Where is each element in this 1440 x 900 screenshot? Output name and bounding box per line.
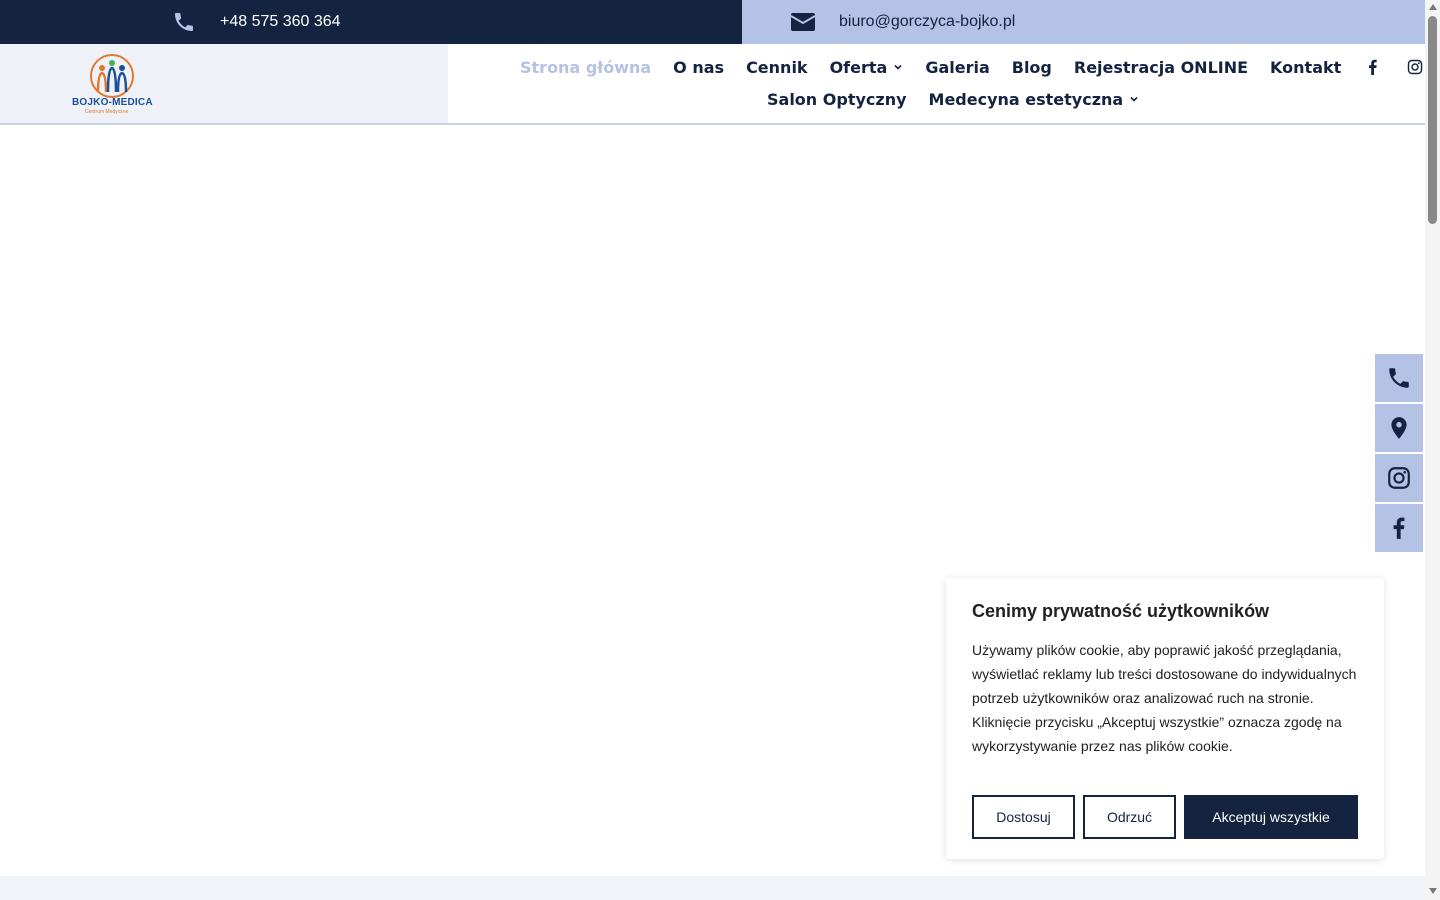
nav-label: O nas — [673, 57, 725, 77]
cookie-description: Używamy plików cookie, aby poprawić jako… — [972, 642, 1357, 754]
side-phone-button[interactable] — [1375, 354, 1423, 402]
nav-item-registration[interactable]: Rejestracja ONLINE — [1074, 58, 1248, 77]
envelope-icon — [790, 13, 816, 31]
cookie-buttons: Dostosuj Odrzuć Akceptuj wszystkie — [972, 795, 1358, 839]
nav-item-about[interactable]: O nas — [673, 58, 724, 77]
phone-icon — [175, 13, 193, 31]
cookie-title: Cenimy prywatność użytkowników — [972, 601, 1270, 621]
logo-area: BOJKO-MEDICA Centrum Medyczne — [0, 44, 448, 123]
email-contact[interactable]: biuro@gorczyca-bojko.pl — [790, 0, 1015, 44]
scroll-up-arrow-icon[interactable] — [1429, 4, 1437, 10]
nav-item-optical-salon[interactable]: Salon Optyczny — [767, 90, 907, 109]
main-nav-row-2: Salon Optyczny Medecyna estetyczna — [767, 88, 1139, 110]
nav-label: Medecyna estetyczna — [928, 89, 1124, 109]
logo-name[interactable]: BOJKO-MEDICA — [72, 97, 153, 108]
site-header: BOJKO-MEDICA Centrum Medyczne Strona głó… — [0, 44, 1425, 125]
nav-label: Kontakt — [1270, 57, 1342, 77]
nav-item-home[interactable]: Strona główna — [520, 58, 651, 77]
nav-label: Oferta — [829, 57, 888, 77]
page-scrollbar[interactable] — [1425, 0, 1440, 900]
phone-contact[interactable]: +48 575 360 364 — [172, 10, 341, 34]
chevron-down-icon — [1130, 96, 1138, 102]
side-facebook-button[interactable] — [1375, 504, 1423, 552]
topbar-phone-section: +48 575 360 364 — [0, 0, 742, 44]
phone-number[interactable]: +48 575 360 364 — [220, 13, 341, 31]
instagram-icon[interactable] — [1407, 59, 1423, 75]
nav-label: Salon Optyczny — [767, 89, 907, 109]
nav-item-offer[interactable]: Oferta — [830, 58, 904, 77]
nav-label: Strona główna — [520, 57, 652, 77]
nav-label: Blog — [1011, 57, 1052, 77]
side-instagram-button[interactable] — [1375, 454, 1423, 502]
reject-button[interactable]: Odrzuć — [1083, 795, 1176, 839]
nav-label: Galeria — [925, 57, 990, 77]
top-contact-bar: +48 575 360 364 biuro@gorczyca-bojko.pl — [0, 0, 1425, 44]
nav-label: Rejestracja ONLINE — [1073, 57, 1249, 77]
facebook-icon[interactable] — [1365, 59, 1381, 75]
nav-item-blog[interactable]: Blog — [1012, 58, 1052, 77]
nav-item-gallery[interactable]: Galeria — [925, 58, 989, 77]
phone-icon — [1389, 368, 1409, 388]
side-location-button[interactable] — [1375, 404, 1423, 452]
location-pin-icon — [1391, 417, 1407, 439]
scroll-thumb[interactable] — [1428, 16, 1437, 224]
nav-item-aesthetic-medicine[interactable]: Medecyna estetyczna — [929, 90, 1140, 109]
scroll-down-arrow-icon[interactable] — [1429, 888, 1437, 894]
chevron-down-icon — [894, 64, 902, 70]
cookie-consent-dialog: Cenimy prywatność użytkowników Używamy p… — [946, 578, 1384, 859]
main-nav-row-1: Strona główna O nas Cennik Oferta Galeri… — [520, 56, 1423, 78]
facebook-icon — [1393, 517, 1405, 539]
email-address[interactable]: biuro@gorczyca-bojko.pl — [839, 13, 1015, 31]
nav-item-pricing[interactable]: Cennik — [746, 58, 808, 77]
logo-subtitle: Centrum Medyczne — [85, 109, 129, 115]
instagram-icon — [1388, 467, 1410, 489]
customize-button[interactable]: Dostosuj — [972, 795, 1075, 839]
nav-item-contact[interactable]: Kontakt — [1270, 58, 1341, 77]
footer-band — [0, 876, 1425, 900]
accept-all-button[interactable]: Akceptuj wszystkie — [1184, 795, 1358, 839]
nav-label: Cennik — [746, 57, 808, 77]
